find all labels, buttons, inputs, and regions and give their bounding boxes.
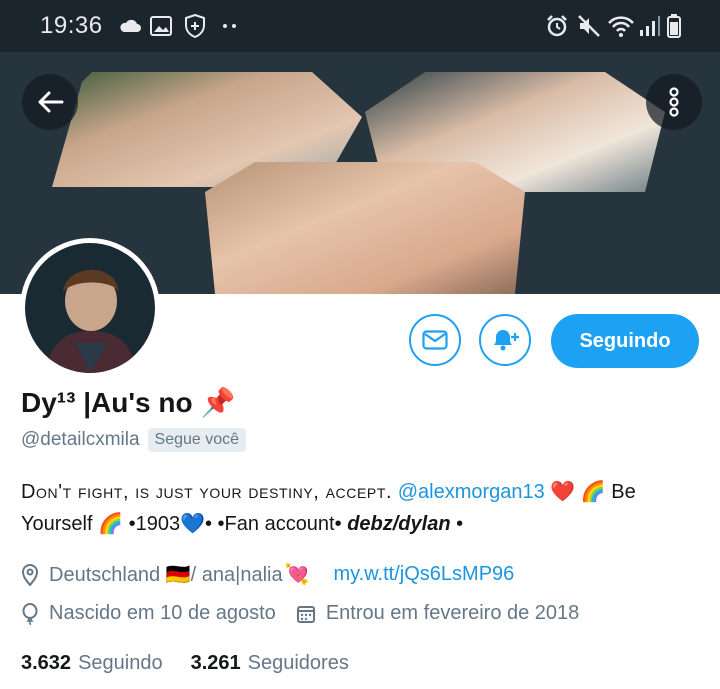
followers-label: Seguidores xyxy=(247,652,349,674)
following-stat[interactable]: 3.632 Seguindo xyxy=(21,652,163,675)
following-label: Seguindo xyxy=(78,652,163,674)
following-button[interactable]: Seguindo xyxy=(551,314,699,368)
followers-stat[interactable]: 3.261 Seguidores xyxy=(191,652,349,675)
bio-text-4: • xyxy=(456,513,464,535)
wifi-icon xyxy=(607,14,635,38)
avatar[interactable] xyxy=(20,238,160,378)
location-pin-icon xyxy=(21,563,39,586)
shield-icon xyxy=(184,14,206,38)
followers-count: 3.261 xyxy=(190,652,241,674)
signal-icon xyxy=(639,14,661,38)
overflow-menu-icon xyxy=(669,87,679,117)
display-name-row: Dy¹³ |Au's no 📌 xyxy=(21,386,235,419)
mail-icon xyxy=(422,330,448,350)
bell-plus-icon xyxy=(494,330,519,351)
arrow-left-icon xyxy=(38,91,64,113)
status-time: 19:36 xyxy=(40,12,103,39)
cloud-icon xyxy=(118,14,142,38)
follow-stats: 3.632 Seguindo 3.261 Seguidores xyxy=(21,652,349,675)
status-bar: 19:36 xyxy=(0,0,720,52)
bio-emoji-rainbow-2: 🌈 xyxy=(98,513,124,535)
birthday-text: Nascido em 10 de agosto xyxy=(49,602,276,624)
overflow-menu-button[interactable] xyxy=(646,74,702,130)
message-button[interactable] xyxy=(409,314,461,366)
profile-bio: Don't fight, is just your destiny, accep… xyxy=(21,476,701,540)
website-link[interactable]: my.w.tt/jQs6LsMP96 xyxy=(333,563,514,586)
back-button[interactable] xyxy=(22,74,78,130)
bio-text-2: •1903 xyxy=(128,513,181,535)
handle-row: @detailcxmila Segue você xyxy=(21,428,247,452)
pin-emoji: 📌 xyxy=(200,387,236,418)
alarm-icon xyxy=(545,14,569,38)
dates-row: Nascido em 10 de agosto Entrou em fevere… xyxy=(21,602,579,625)
calendar-icon xyxy=(296,604,316,624)
notifications-button[interactable] xyxy=(479,314,531,366)
bio-emoji-blue-heart: 💙 xyxy=(180,513,205,535)
balloon-icon xyxy=(21,602,39,625)
bio-bold-italic: debz/dylan xyxy=(347,513,451,535)
joined-text: Entrou em fevereiro de 2018 xyxy=(325,602,580,624)
mute-icon xyxy=(577,14,601,38)
username: @detailcxmila xyxy=(21,429,140,450)
bio-text-3: • •Fan account• xyxy=(204,513,342,535)
banner-photo-3 xyxy=(205,162,525,294)
bio-emoji-rainbow: 🌈 xyxy=(580,481,606,503)
bio-mention-link[interactable]: @alexmorgan13 xyxy=(398,481,545,503)
bio-caps-text: Don't fight, is just your destiny, accep… xyxy=(21,481,393,503)
bio-emoji-heart: ❤️ xyxy=(550,481,576,503)
follows-you-badge: Segue você xyxy=(147,428,247,452)
more-dots-icon xyxy=(222,14,238,38)
location-row: Deutschland 🇩🇪/ ana|nalia 💘 my.w.tt/jQs6… xyxy=(21,562,514,587)
display-name: Dy¹³ |Au's no xyxy=(21,386,193,418)
image-icon xyxy=(150,14,172,38)
battery-icon xyxy=(667,14,681,38)
location-text: Deutschland 🇩🇪/ ana|nalia xyxy=(49,564,283,586)
avatar-image xyxy=(25,243,155,373)
following-count: 3.632 xyxy=(21,652,72,674)
location-emoji: 💘 xyxy=(284,564,310,586)
